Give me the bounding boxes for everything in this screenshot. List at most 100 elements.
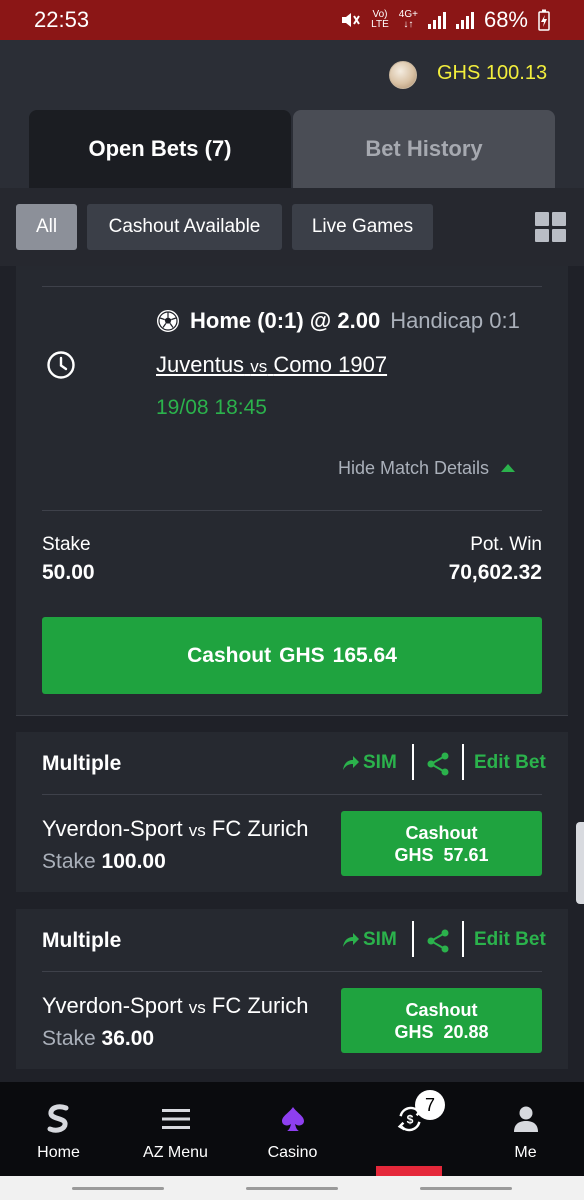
bet-detail-card: Home (0:1) @ 2.00 Handicap 0:1 Juventus … — [16, 266, 568, 716]
clock-icon — [47, 351, 75, 379]
stake-label: Stake — [42, 534, 91, 555]
vs-label: vs — [188, 998, 206, 1017]
share-icon[interactable] — [425, 928, 451, 954]
svg-text:$: $ — [406, 1113, 413, 1127]
multiple-bet-card[interactable]: Multiple SIM Edit Bet Yverdon-Sport vs F… — [16, 732, 568, 892]
sim-label: SIM — [363, 929, 397, 950]
home-team: Juventus — [156, 352, 245, 377]
account-balance[interactable]: GHS 100.13 — [437, 62, 547, 85]
volte-indicator: Vo) LTE — [371, 10, 389, 30]
nav-casino[interactable]: Casino — [234, 1082, 351, 1176]
hide-match-details-toggle[interactable]: Hide Match Details — [338, 458, 516, 479]
cashout-label: Cashout — [187, 643, 272, 667]
bet-filters: All Cashout Available Live Games — [0, 188, 584, 266]
vs-label: vs — [188, 821, 206, 840]
nav-me-label: Me — [514, 1144, 537, 1161]
nav-az-menu[interactable]: AZ Menu — [117, 1082, 234, 1176]
match-datetime: 19/08 18:45 — [156, 396, 267, 419]
nav-home[interactable]: Home — [0, 1082, 117, 1176]
stake-line: Stake 100.00 — [42, 850, 166, 874]
bet-type-title: Multiple — [42, 752, 122, 775]
share-arrow-icon — [343, 756, 359, 770]
soccer-ball-icon — [157, 310, 179, 332]
home-team: Yverdon-Sport — [42, 816, 183, 841]
lte-label: LTE — [371, 19, 389, 30]
stake-value: 100.00 — [101, 850, 166, 873]
scrollbar[interactable] — [576, 822, 584, 904]
system-navigation-bar — [0, 1176, 584, 1200]
data-indicator: 4G+ ↓↑ — [399, 10, 418, 30]
home-team: Yverdon-Sport — [42, 993, 183, 1018]
tab-open-bets[interactable]: Open Bets (7) — [29, 110, 291, 188]
match-link[interactable]: Juventus vs Como 1907 — [156, 352, 387, 378]
account-header: GHS 100.13 — [0, 40, 584, 110]
status-bar: 22:53 Vo) LTE 4G+ ↓↑ 68% — [0, 0, 584, 40]
tab-bet-history[interactable]: Bet History — [293, 110, 555, 188]
cashout-currency: GHS — [279, 643, 325, 667]
cashout-value: GHS 57.61 — [394, 844, 489, 865]
cashout-button[interactable]: Cashout GHS 165.64 — [42, 617, 542, 694]
cashout-amount: 165.64 — [332, 643, 397, 667]
away-team: Como 1907 — [273, 352, 388, 377]
selection-market: Handicap 0:1 — [390, 308, 520, 333]
bet-type-title: Multiple — [42, 929, 122, 952]
share-arrow-icon — [343, 933, 359, 947]
cashout-value: GHS 20.88 — [394, 1021, 489, 1042]
pot-win-value: 70,602.32 — [448, 561, 542, 584]
avatar[interactable] — [389, 61, 417, 89]
mute-icon — [342, 13, 361, 27]
divider — [42, 286, 542, 287]
grid-view-icon[interactable] — [535, 212, 566, 242]
edit-bet-button[interactable]: Edit Bet — [474, 929, 546, 951]
away-team: FC Zurich — [211, 816, 309, 841]
divider — [42, 971, 542, 972]
vs-label: vs — [250, 357, 268, 376]
stake-label: Stake — [42, 850, 96, 873]
stake-line: Stake 36.00 — [42, 1027, 154, 1051]
home-gesture-icon[interactable] — [246, 1187, 338, 1190]
active-tab-indicator — [376, 1166, 442, 1176]
open-bets-count-badge: 7 — [415, 1090, 445, 1120]
sim-button[interactable]: SIM — [342, 752, 397, 774]
selection-line: Home (0:1) @ 2.00 Handicap 0:1 — [156, 308, 520, 334]
battery-charging-icon — [538, 9, 550, 31]
filter-cashout-available-button[interactable]: Cashout Available — [87, 204, 282, 250]
sim-button[interactable]: SIM — [342, 929, 397, 951]
recents-gesture-icon[interactable] — [72, 1187, 164, 1190]
divider — [462, 921, 464, 957]
cashout-button[interactable]: Cashout GHS 57.61 — [341, 811, 542, 876]
status-icons: Vo) LTE 4G+ ↓↑ 68% — [339, 7, 550, 33]
bottom-navigation: Home AZ Menu Casino $ Me — [0, 1082, 584, 1176]
stake-value: 50.00 — [42, 561, 95, 584]
cashout-label: Cashout — [405, 822, 478, 843]
status-time: 22:53 — [34, 7, 90, 32]
stake-value: 36.00 — [101, 1027, 155, 1050]
signal-strength-icon — [427, 11, 446, 29]
stake-label: Stake — [42, 1027, 96, 1050]
selection-pick: Home (0:1) @ 2.00 — [190, 308, 381, 333]
filter-live-games-button[interactable]: Live Games — [292, 204, 433, 250]
divider — [42, 510, 542, 511]
user-icon — [511, 1104, 541, 1134]
hide-details-label: Hide Match Details — [338, 458, 490, 478]
nav-casino-label: Casino — [267, 1144, 318, 1161]
nav-az-label: AZ Menu — [143, 1144, 208, 1161]
divider — [462, 744, 464, 780]
battery-percent: 68% — [483, 7, 528, 32]
match-name: Yverdon-Sport vs FC Zurich — [42, 816, 308, 842]
nav-open-bets[interactable]: $ — [351, 1082, 468, 1176]
pot-win-label: Pot. Win — [470, 534, 542, 555]
cashout-label: Cashout — [405, 999, 478, 1020]
nav-home-label: Home — [37, 1144, 80, 1161]
nav-me[interactable]: Me — [467, 1082, 584, 1176]
bets-tabs: Open Bets (7) Bet History — [0, 110, 584, 188]
sportybet-logo-icon — [44, 1104, 74, 1134]
back-gesture-icon[interactable] — [420, 1187, 512, 1190]
away-team: FC Zurich — [211, 993, 309, 1018]
edit-bet-button[interactable]: Edit Bet — [474, 752, 546, 774]
divider — [412, 744, 414, 780]
multiple-bet-card[interactable]: Multiple SIM Edit Bet Yverdon-Sport vs F… — [16, 909, 568, 1069]
filter-all-button[interactable]: All — [16, 204, 77, 250]
cashout-button[interactable]: Cashout GHS 20.88 — [341, 988, 542, 1053]
share-icon[interactable] — [425, 751, 451, 777]
